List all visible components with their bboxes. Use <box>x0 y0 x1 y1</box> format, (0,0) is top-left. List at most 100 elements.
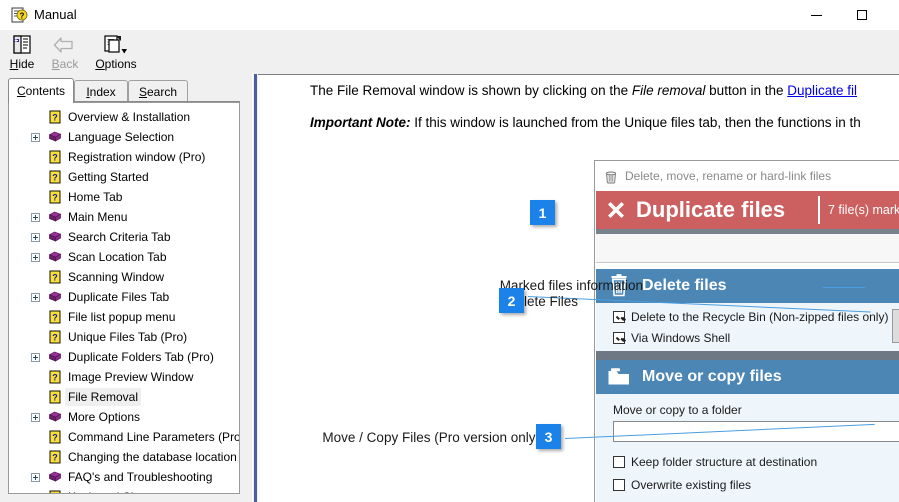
tab-index[interactable]: Index <box>74 80 128 103</box>
hide-button[interactable]: Hide <box>4 32 40 74</box>
tab-search[interactable]: Search <box>128 80 188 103</box>
x-mark-icon <box>604 199 628 228</box>
callout-badge-2: 2 <box>499 288 524 313</box>
dialog-title-bar: Delete, move, rename or hard-link files <box>596 162 899 191</box>
tree-item-main-menu[interactable]: Main Menu <box>9 207 239 227</box>
tree-item-duplicate-folders-tab-pro[interactable]: Duplicate Folders Tab (Pro) <box>9 347 239 367</box>
options-button[interactable]: Options <box>88 32 144 74</box>
back-button-label: Back <box>51 57 79 71</box>
via-windows-shell-checkbox[interactable]: Via Windows Shell <box>613 331 730 345</box>
expand-icon[interactable] <box>27 127 43 147</box>
overwrite-existing-checkbox[interactable]: Overwrite existing files <box>613 478 751 492</box>
svg-text:?: ? <box>52 173 58 183</box>
book-icon <box>47 467 63 487</box>
tree-item-home-tab[interactable]: ? Home Tab <box>9 187 239 207</box>
book-icon <box>47 407 63 427</box>
topic-icon: ? <box>47 367 63 387</box>
tree-item-label: Duplicate Folders Tab (Pro) <box>68 350 214 364</box>
contents-tree[interactable]: ? Overview & Installation Language Selecti… <box>8 102 240 494</box>
delete-recycle-bin-checkbox[interactable]: Delete to the Recycle Bin (Non-zipped fi… <box>613 310 888 324</box>
tree-item-label: File list popup menu <box>68 310 176 324</box>
via-windows-shell-label: Via Windows Shell <box>631 331 731 345</box>
topic-icon: ? <box>47 187 63 207</box>
svg-text:?: ? <box>52 393 58 403</box>
book-icon <box>47 127 63 147</box>
tree-item-image-preview-window[interactable]: ? Image Preview Window <box>9 367 239 387</box>
tree-item-label: FAQ's and Troubleshooting <box>68 470 213 484</box>
tree-item-overview-installation[interactable]: ? Overview & Installation <box>9 107 239 127</box>
checkbox-indicator <box>613 311 625 323</box>
tab-contents[interactable]: Contents <box>8 78 74 103</box>
tree-item-registration-window-pro[interactable]: ? Registration window (Pro) <box>9 147 239 167</box>
window-title: Manual <box>34 7 77 22</box>
book-icon <box>47 207 63 227</box>
expand-icon[interactable] <box>27 407 43 427</box>
expand-icon[interactable] <box>27 347 43 367</box>
tree-item-search-criteria-tab[interactable]: Search Criteria Tab <box>9 227 239 247</box>
expand-icon[interactable] <box>27 207 43 227</box>
tree-item-label: File Removal <box>65 388 142 406</box>
keep-folder-structure-label: Keep folder structure at destination <box>631 455 818 469</box>
svg-text:?: ? <box>20 11 25 20</box>
help-document-icon: ? <box>10 6 28 24</box>
intro-part2: button in the <box>705 83 788 98</box>
topic-icon: ? <box>47 327 63 347</box>
tree-item-unique-files-tab-pro[interactable]: ? Unique Files Tab (Pro) <box>9 327 239 347</box>
checkbox-indicator <box>613 456 625 468</box>
tree-item-more-options[interactable]: More Options <box>9 407 239 427</box>
tree-item-file-list-popup-menu[interactable]: ? File list popup menu <box>9 307 239 327</box>
move-copy-field-label: Move or copy to a folder <box>613 403 742 417</box>
tree-item-label: Scan Location Tab <box>68 250 167 264</box>
topic-icon: ? <box>47 387 63 407</box>
note-text: If this window is launched from the Uniq… <box>410 115 861 130</box>
callout-leader-1 <box>823 287 865 288</box>
tree-item-scan-location-tab[interactable]: Scan Location Tab <box>9 247 239 267</box>
duplicate-files-tab-link[interactable]: Duplicate fil <box>787 83 857 98</box>
expand-icon[interactable] <box>27 227 43 247</box>
tree-item-file-removal[interactable]: ? File Removal <box>9 387 239 407</box>
svg-text:?: ? <box>52 373 58 383</box>
back-button[interactable]: Back <box>44 32 86 74</box>
expand-icon[interactable] <box>27 247 43 267</box>
callout-badge-1: 1 <box>530 200 555 225</box>
help-document: The File Removal window is shown by clic… <box>258 75 899 502</box>
tree-item-faq-s-and-troubleshooting[interactable]: FAQ's and Troubleshooting <box>9 467 239 487</box>
delete-action-button[interactable] <box>892 309 899 343</box>
intro-emphasis: File removal <box>631 83 706 98</box>
dialog-title-text: Delete, move, rename or hard-link files <box>625 169 832 183</box>
expand-icon[interactable] <box>27 467 43 487</box>
book-icon <box>47 287 63 307</box>
duplicate-files-header: Duplicate files 7 file(s) mark <box>596 191 899 229</box>
maximize-button[interactable] <box>839 0 885 30</box>
overwrite-existing-label: Overwrite existing files <box>631 478 752 492</box>
callout-label-2: Delete Files <box>506 294 578 309</box>
paragraph-note: Important Note: If this window is launch… <box>310 114 861 132</box>
svg-text:?: ? <box>52 453 58 463</box>
checkbox-indicator <box>613 479 625 491</box>
tree-item-keyboard-shortcuts[interactable]: ? Keyboard Shortcuts <box>9 487 239 493</box>
paragraph-intro: The File Removal window is shown by clic… <box>310 82 857 100</box>
pane-splitter[interactable] <box>248 74 258 502</box>
svg-text:?: ? <box>52 433 58 443</box>
help-viewer-window: ? Manual Hide Back Options C ontents I n… <box>0 0 899 502</box>
topic-icon: ? <box>47 147 63 167</box>
tree-item-label: Duplicate Files Tab <box>68 290 170 304</box>
tree-item-label: Unique Files Tab (Pro) <box>68 330 188 344</box>
tree-item-label: Command Line Parameters (Pro) <box>68 430 240 444</box>
back-arrow-icon <box>52 33 78 57</box>
tree-item-scanning-window[interactable]: ? Scanning Window <box>9 267 239 287</box>
tree-item-duplicate-files-tab[interactable]: Duplicate Files Tab <box>9 287 239 307</box>
duplicate-files-title: Duplicate files <box>636 197 786 222</box>
minimize-button[interactable] <box>793 0 839 30</box>
keep-folder-structure-checkbox[interactable]: Keep folder structure at destination <box>613 455 817 469</box>
svg-text:?: ? <box>52 193 58 203</box>
splitter-bar <box>254 74 257 502</box>
callout-label-3: Move / Copy Files (Pro version only) <box>322 430 540 445</box>
topic-icon: ? <box>47 447 63 467</box>
tree-item-getting-started[interactable]: ? Getting Started <box>9 167 239 187</box>
recycle-bin-icon <box>603 169 619 190</box>
tree-item-language-selection[interactable]: Language Selection <box>9 127 239 147</box>
tree-item-command-line-parameters-pro[interactable]: ? Command Line Parameters (Pro) <box>9 427 239 447</box>
expand-icon[interactable] <box>27 287 43 307</box>
tree-item-changing-the-database-location[interactable]: ? Changing the database location <box>9 447 239 467</box>
